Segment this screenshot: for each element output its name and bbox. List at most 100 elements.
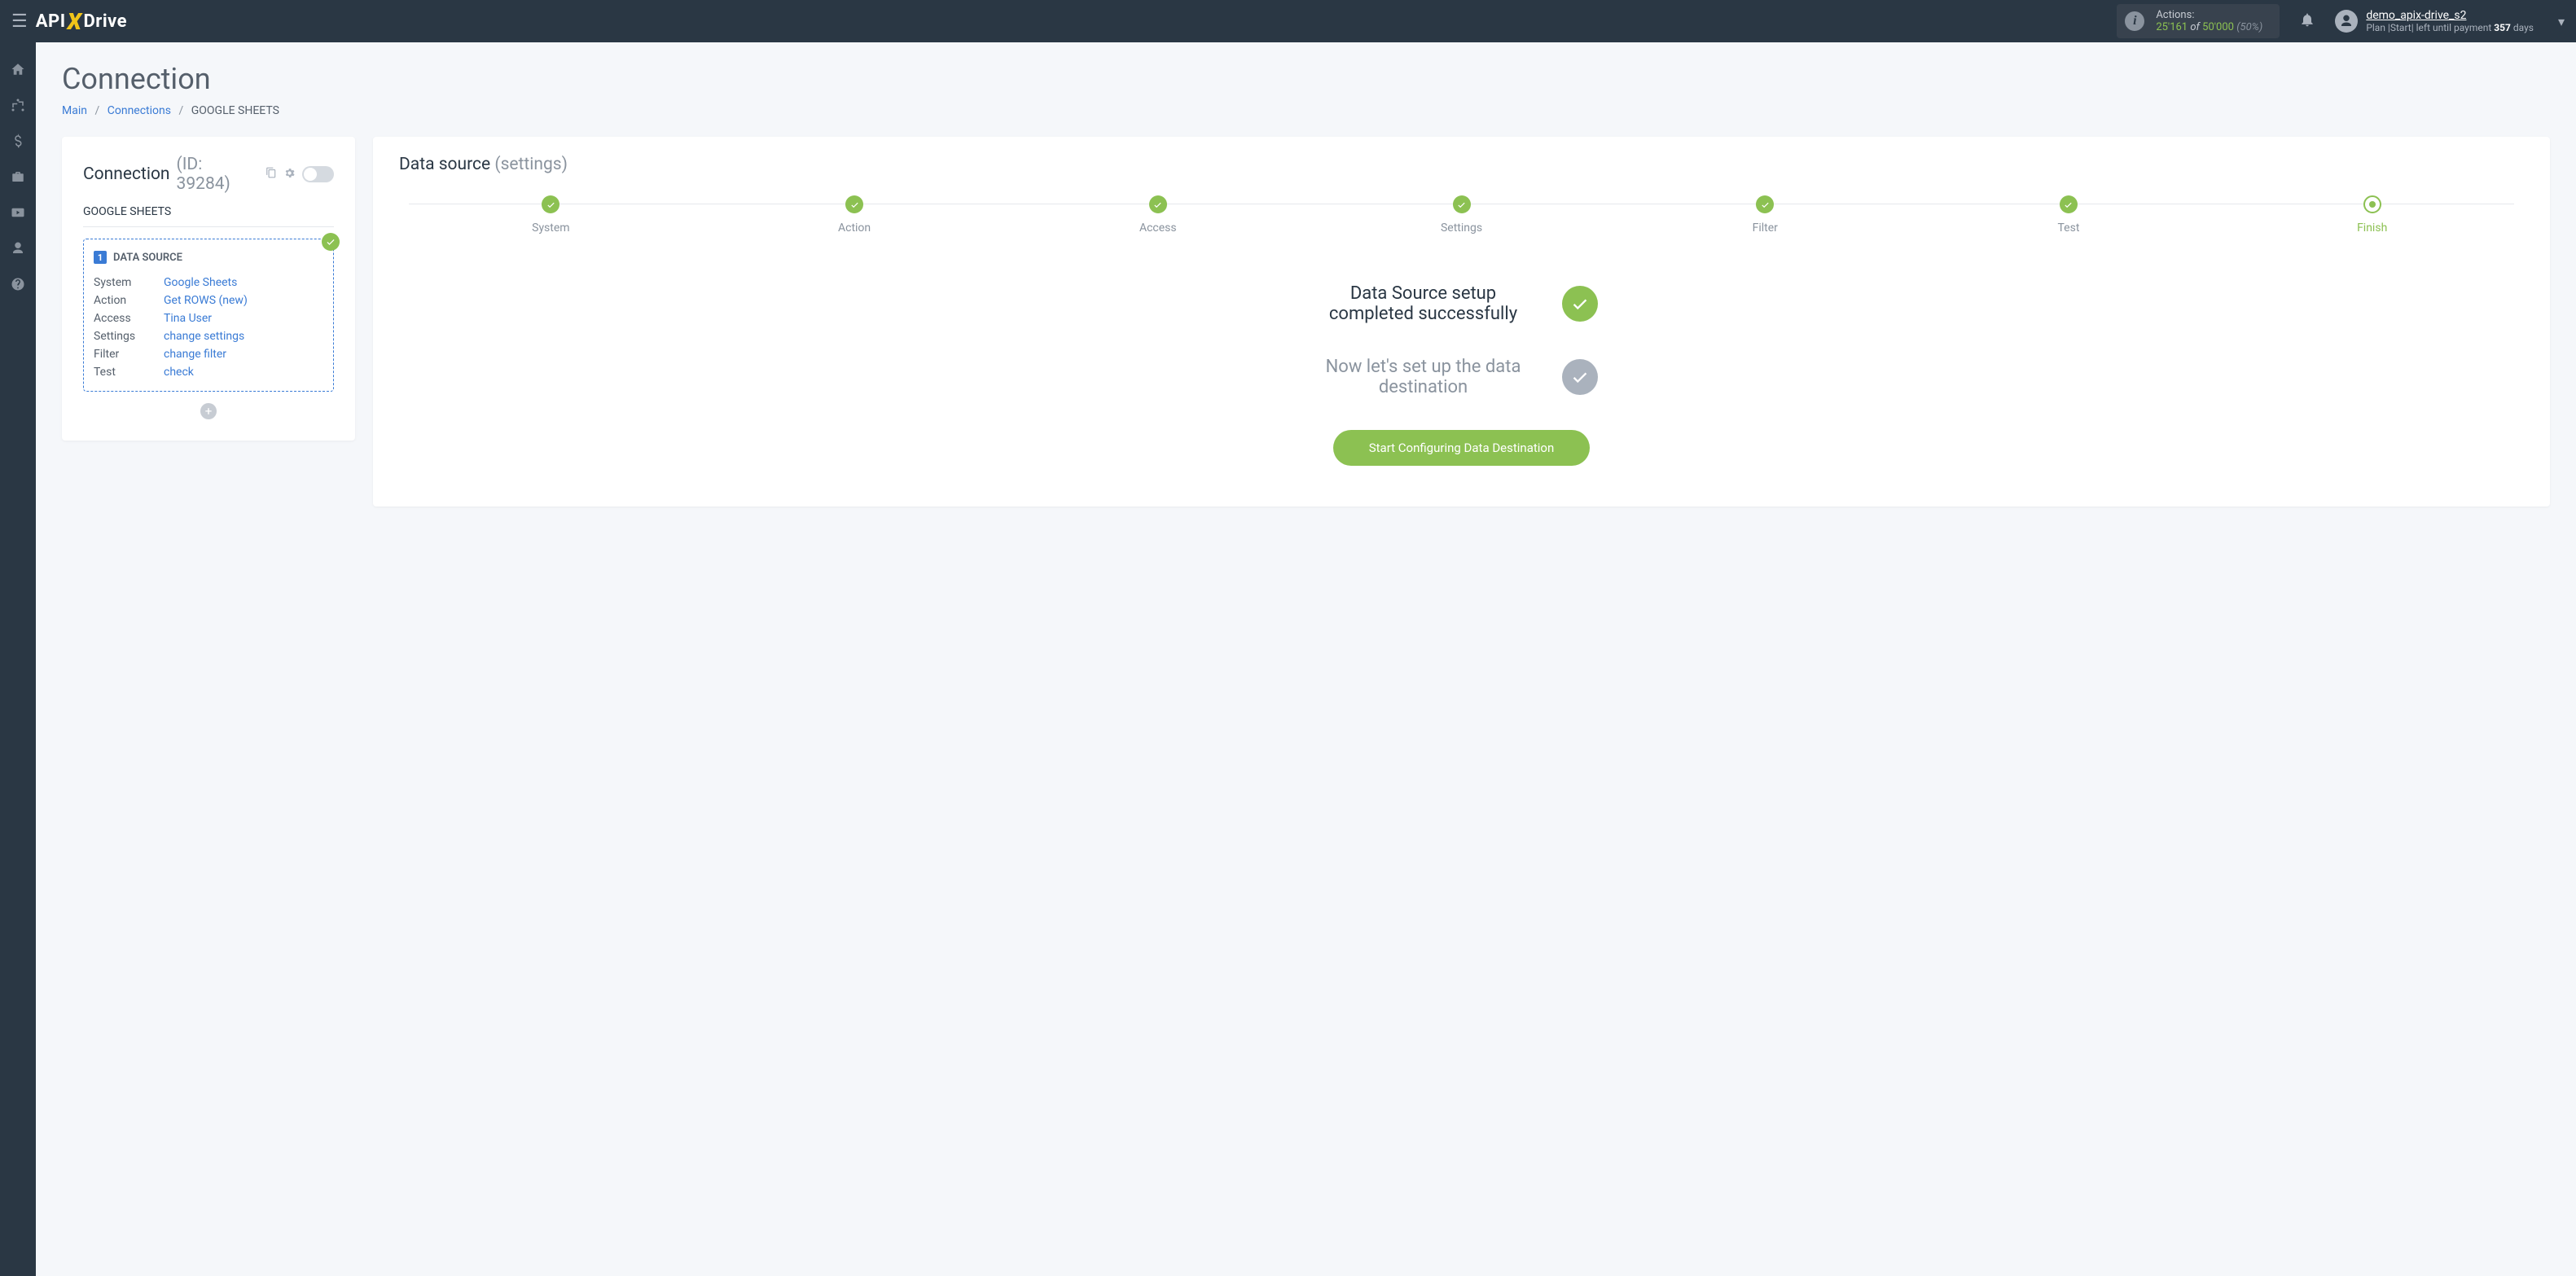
ds-number: 1 (94, 251, 107, 264)
plan-days: 357 (2494, 22, 2511, 33)
user-menu[interactable]: demo_apix-drive_s2 Plan |Start| left unt… (2335, 9, 2565, 33)
step-label: Settings (1310, 221, 1613, 235)
ds-row-value[interactable]: Tina User (164, 312, 212, 325)
ds-row-key: Filter (94, 348, 164, 361)
ds-row: AccessTina User (94, 309, 323, 327)
page-title: Connection (62, 62, 2550, 96)
ds-row-key: System (94, 276, 164, 289)
ds-row-value[interactable]: check (164, 366, 194, 379)
crumb-connections[interactable]: Connections (108, 104, 171, 117)
user-plan: Plan |Start| left until payment 357 days (2366, 22, 2534, 33)
actions-of: of (2190, 21, 2200, 33)
step-label: System (399, 221, 703, 235)
top-bar: ☰ API X Drive i Actions: 25'161 of 50'00… (0, 0, 2576, 42)
profile-icon[interactable] (0, 231, 36, 265)
ds-row: ActionGet ROWS (new) (94, 292, 323, 309)
avatar-icon (2335, 10, 2358, 33)
plan-days-suffix: days (2513, 22, 2534, 33)
ds-row-key: Action (94, 294, 164, 307)
step-label: Filter (1613, 221, 1917, 235)
finish-done-row: Data Source setup completed successfully (1185, 283, 1739, 324)
ds-row-key: Test (94, 366, 164, 379)
ds-row: Testcheck (94, 363, 323, 381)
ds-panel-title: Data source (settings) (399, 155, 2524, 174)
next-message: Now let's set up the data destination (1326, 357, 1521, 397)
connection-panel: Connection (ID: 39284) GOOGLE SHEETS 1 D… (62, 137, 355, 441)
data-source-box[interactable]: 1 DATA SOURCE SystemGoogle SheetsActionG… (83, 239, 334, 392)
info-icon: i (2125, 11, 2144, 31)
step-dot (845, 195, 863, 213)
step-finish[interactable]: Finish (2220, 195, 2524, 235)
finish-next-row: Now let's set up the data destination (1185, 357, 1739, 397)
step-dot (1453, 195, 1471, 213)
logo-api: API (36, 11, 66, 32)
step-action[interactable]: Action (703, 195, 1007, 235)
crumb-current: GOOGLE SHEETS (191, 104, 279, 117)
home-icon[interactable] (0, 52, 36, 86)
step-filter[interactable]: Filter (1613, 195, 1917, 235)
data-source-panel: Data source (settings) SystemActionAcces… (373, 137, 2550, 506)
check-circle-grey-icon (1562, 359, 1598, 395)
help-icon[interactable] (0, 267, 36, 301)
actions-counter[interactable]: i Actions: 25'161 of 50'000 (50%) (2117, 4, 2280, 38)
ds-row: Settingschange settings (94, 327, 323, 345)
user-text: demo_apix-drive_s2 Plan |Start| left unt… (2366, 9, 2534, 33)
ds-row-value[interactable]: Google Sheets (164, 276, 237, 289)
actions-values: 25'161 of 50'000 (50%) (2156, 21, 2268, 33)
sidebar (0, 42, 36, 1276)
conn-service: GOOGLE SHEETS (83, 205, 334, 227)
user-name: demo_apix-drive_s2 (2366, 9, 2534, 22)
ds-row-key: Access (94, 312, 164, 325)
add-button[interactable]: + (200, 403, 217, 419)
conn-title: Connection (83, 164, 170, 184)
step-label: Action (703, 221, 1007, 235)
logo[interactable]: API X Drive (36, 8, 127, 35)
step-label: Finish (2220, 221, 2524, 235)
menu-icon[interactable]: ☰ (11, 11, 36, 32)
check-circle-icon (1562, 286, 1598, 322)
enable-toggle[interactable] (302, 166, 334, 182)
step-test[interactable]: Test (1917, 195, 2221, 235)
done-message: Data Source setup completed successfully (1326, 283, 1521, 324)
start-destination-button[interactable]: Start Configuring Data Destination (1333, 430, 1591, 466)
step-dot (1756, 195, 1774, 213)
actions-pct: (50%) (2236, 21, 2262, 33)
crumb-main[interactable]: Main (62, 104, 87, 117)
logo-x: X (68, 8, 82, 35)
step-access[interactable]: Access (1006, 195, 1310, 235)
actions-label: Actions: (2156, 9, 2268, 21)
briefcase-icon[interactable] (0, 160, 36, 194)
ds-row: Filterchange filter (94, 345, 323, 363)
logo-drive: Drive (84, 11, 128, 32)
step-dot (2060, 195, 2078, 213)
ds-panel-title-sub: (settings) (494, 155, 568, 174)
ds-row-value[interactable]: change settings (164, 330, 244, 343)
step-system[interactable]: System (399, 195, 703, 235)
conn-title-row: Connection (ID: 39284) (83, 155, 334, 194)
step-label: Access (1006, 221, 1310, 235)
stepper: SystemActionAccessSettingsFilterTestFini… (399, 195, 2524, 235)
dollar-icon[interactable] (0, 124, 36, 158)
gear-icon[interactable] (283, 167, 296, 182)
bell-icon[interactable] (2299, 11, 2315, 32)
conn-id: (ID: 39284) (177, 155, 259, 194)
ds-row-value[interactable]: change filter (164, 348, 226, 361)
ds-title: DATA SOURCE (113, 252, 182, 264)
step-dot (2363, 195, 2381, 213)
check-icon (322, 233, 340, 251)
step-settings[interactable]: Settings (1310, 195, 1613, 235)
chevron-down-icon: ▾ (2558, 14, 2565, 29)
connections-icon[interactable] (0, 88, 36, 122)
plan-prefix: Plan |Start| left until payment (2366, 22, 2491, 33)
ds-panel-title-main: Data source (399, 155, 490, 174)
step-label: Test (1917, 221, 2221, 235)
ds-rows: SystemGoogle SheetsActionGet ROWS (new)A… (94, 274, 323, 381)
video-icon[interactable] (0, 195, 36, 230)
ds-row-value[interactable]: Get ROWS (new) (164, 294, 248, 307)
breadcrumb: Main / Connections / GOOGLE SHEETS (62, 104, 2550, 117)
ds-row-key: Settings (94, 330, 164, 343)
copy-icon[interactable] (265, 167, 277, 182)
main: Connection Main / Connections / GOOGLE S… (36, 42, 2576, 526)
actions-current: 25'161 (2156, 21, 2188, 33)
ds-row: SystemGoogle Sheets (94, 274, 323, 292)
